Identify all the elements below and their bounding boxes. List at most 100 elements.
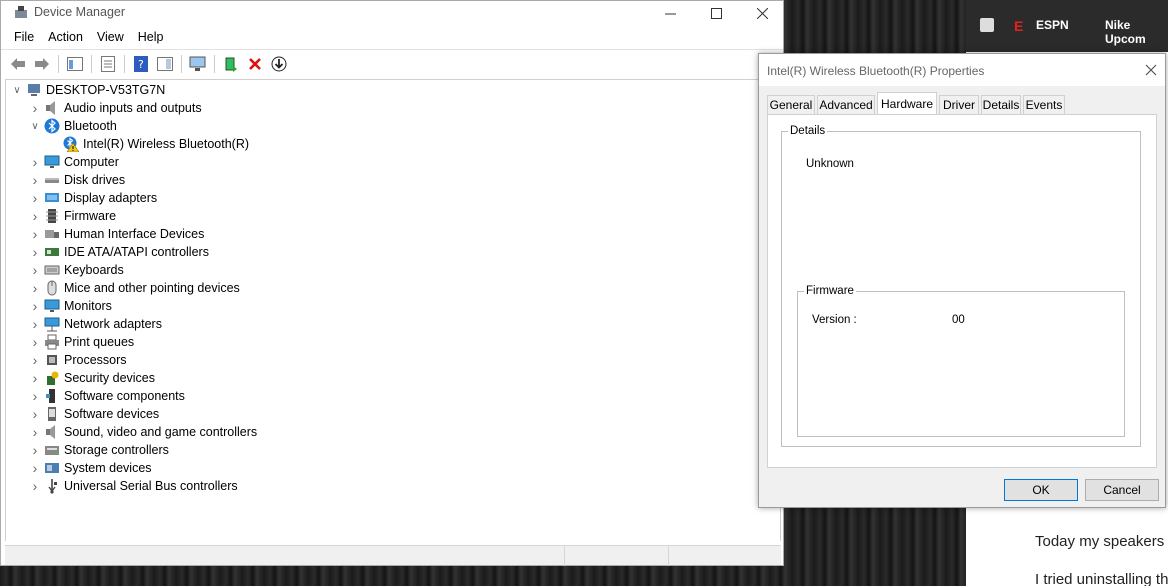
tree-node[interactable]: › Software components — [30, 387, 185, 405]
dialog-title-bar[interactable]: Intel(R) Wireless Bluetooth(R) Propertie… — [759, 54, 1165, 86]
tree-node-label: Disk drives — [64, 173, 126, 187]
speaker-icon — [46, 101, 55, 115]
minimize-button[interactable] — [647, 1, 693, 25]
expand-chevron-icon[interactable]: ∨ — [12, 85, 22, 96]
expand-chevron-icon[interactable]: › — [30, 226, 40, 242]
forward-button[interactable] — [31, 53, 53, 75]
tab-driver[interactable]: Driver — [939, 95, 979, 114]
show-hide-console-tree-button[interactable] — [64, 53, 86, 75]
tree-node[interactable]: › Software devices — [30, 405, 160, 423]
window-title: Device Manager — [34, 5, 126, 19]
expand-chevron-icon[interactable]: › — [30, 190, 40, 206]
chip-icon — [46, 209, 58, 223]
expand-chevron-icon[interactable]: › — [30, 298, 40, 314]
expand-chevron-icon[interactable]: › — [30, 352, 40, 368]
help-button[interactable]: ? — [130, 53, 152, 75]
tree-node[interactable]: › Security devices — [30, 369, 155, 387]
maximize-button[interactable] — [693, 1, 739, 25]
version-value: 00 — [952, 314, 965, 326]
tree-node[interactable]: › System devices — [30, 459, 152, 477]
tab-general[interactable]: General — [767, 95, 815, 114]
expand-chevron-icon[interactable]: › — [30, 316, 40, 332]
tree-node[interactable]: › Display adapters — [30, 189, 157, 207]
expand-chevron-icon[interactable]: › — [30, 406, 40, 422]
collapse-chevron-icon[interactable]: ∨ — [30, 121, 40, 132]
update-driver-button[interactable] — [220, 53, 242, 75]
tree-node[interactable]: › Firmware — [30, 207, 116, 225]
expand-chevron-icon[interactable]: › — [30, 154, 40, 170]
tree-node[interactable]: › Network adapters — [30, 315, 162, 333]
menu-file[interactable]: File — [7, 30, 41, 44]
properties-button[interactable] — [97, 53, 119, 75]
tree-node[interactable]: › Audio inputs and outputs — [30, 99, 202, 117]
tree-node[interactable]: › Computer — [30, 153, 119, 171]
article-text-line: I tried uninstalling th — [1035, 571, 1168, 586]
expand-chevron-icon[interactable]: › — [30, 388, 40, 404]
tree-node-label: Intel(R) Wireless Bluetooth(R) — [83, 137, 250, 151]
browser-bookmarks-bar: E ESPN Nike Upcom — [966, 0, 1168, 52]
down-arrow-circle-icon — [271, 56, 287, 71]
bookmark-nike[interactable]: Nike Upcom — [1105, 18, 1168, 46]
tree-node[interactable]: › IDE ATA/ATAPI controllers — [30, 243, 209, 261]
expand-chevron-icon[interactable]: › — [30, 208, 40, 224]
tab-details[interactable]: Details — [981, 95, 1021, 114]
tree-node[interactable]: › Keyboards — [30, 261, 124, 279]
expand-chevron-icon[interactable]: › — [30, 262, 40, 278]
tree-node-label: Firmware — [64, 209, 117, 223]
tree-node[interactable]: Intel(R) Wireless Bluetooth(R) — [49, 135, 249, 153]
tree-root[interactable]: ∨ DESKTOP-V53TG7N — [12, 81, 165, 99]
toolbar-divider — [181, 54, 182, 73]
bookmark-espn[interactable]: ESPN — [1036, 18, 1069, 32]
tree-node[interactable]: › Human Interface Devices — [30, 225, 205, 243]
device-tree[interactable]: ∨ DESKTOP-V53TG7N › Audio inputs and outp… — [5, 79, 781, 541]
tree-node[interactable]: ∨ Bluetooth — [30, 117, 117, 135]
tree-node[interactable]: › Mice and other pointing devices — [30, 279, 240, 297]
expand-chevron-icon[interactable]: › — [30, 460, 40, 476]
bookmark-favicon-icon[interactable] — [980, 18, 994, 32]
dialog-close-button[interactable] — [1145, 60, 1157, 81]
tab-events[interactable]: Events — [1023, 95, 1065, 114]
expand-chevron-icon[interactable]: › — [30, 370, 40, 386]
expand-chevron-icon[interactable]: › — [30, 424, 40, 440]
tree-node[interactable]: › Disk drives — [30, 171, 125, 189]
tree-node[interactable]: › Print queues — [30, 333, 135, 351]
bluetooth-warning-icon — [63, 136, 79, 152]
status-pane — [668, 546, 780, 566]
tab-advanced[interactable]: Advanced — [817, 95, 875, 114]
hardware-tab-panel: Details Unknown Firmware Version : 00 — [767, 114, 1157, 468]
tree-node[interactable]: › Storage controllers — [30, 441, 169, 459]
toolbar: ? — [1, 49, 783, 77]
tree-node[interactable]: › Sound, video and game controllers — [30, 423, 258, 441]
tree-node[interactable]: › Universal Serial Bus controllers — [30, 477, 238, 495]
scan-hardware-button[interactable] — [187, 53, 209, 75]
menu-help[interactable]: Help — [131, 30, 171, 44]
menu-view[interactable]: View — [90, 30, 131, 44]
toolbar-divider — [214, 54, 215, 73]
article-text-line: Today my speakers w — [1035, 533, 1168, 550]
title-bar[interactable]: Device Manager — [1, 1, 783, 25]
tree-node-label: Monitors — [64, 299, 112, 313]
tab-hardware[interactable]: Hardware — [877, 92, 937, 114]
menu-action[interactable]: Action — [41, 30, 90, 44]
expand-chevron-icon[interactable]: › — [30, 100, 40, 116]
expand-chevron-icon[interactable]: › — [30, 478, 40, 494]
close-icon — [756, 7, 768, 19]
ok-button[interactable]: OK — [1004, 479, 1078, 501]
tree-node[interactable]: › Monitors — [30, 297, 112, 315]
back-button[interactable] — [7, 53, 29, 75]
expand-chevron-icon[interactable]: › — [30, 280, 40, 296]
uninstall-device-button[interactable] — [244, 53, 266, 75]
close-button[interactable] — [739, 1, 785, 25]
expand-chevron-icon[interactable]: › — [30, 172, 40, 188]
expand-chevron-icon[interactable]: › — [30, 244, 40, 260]
disk-icon — [45, 178, 59, 183]
arrow-right-icon — [35, 57, 49, 70]
tree-node[interactable]: › Processors — [30, 351, 127, 369]
expand-chevron-icon[interactable]: › — [30, 442, 40, 458]
disable-device-button[interactable] — [268, 53, 290, 75]
tree-node-label: Universal Serial Bus controllers — [64, 479, 238, 493]
firmware-legend: Firmware — [806, 285, 854, 297]
cancel-button[interactable]: Cancel — [1085, 479, 1159, 501]
expand-chevron-icon[interactable]: › — [30, 334, 40, 350]
action-pane-button[interactable] — [154, 53, 176, 75]
